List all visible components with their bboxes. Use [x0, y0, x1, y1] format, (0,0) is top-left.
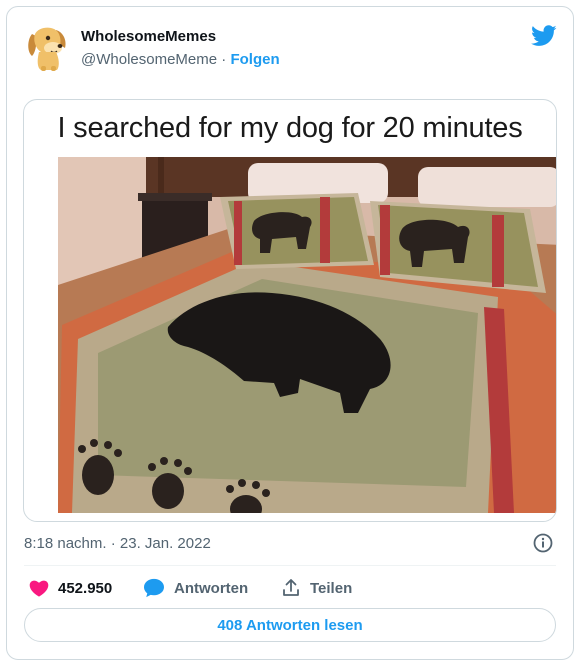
heart-icon [29, 580, 49, 597]
divider [24, 565, 556, 566]
cartoon-dog-avatar-icon [23, 22, 73, 72]
like-count: 452.950 [58, 579, 113, 597]
speech-bubble-icon [144, 578, 164, 598]
follow-button[interactable]: Folgen [230, 51, 279, 68]
tweet-card: WholesomeMemes @WholesomeMeme · Folgen I… [6, 6, 574, 660]
share-label: Teilen [310, 579, 353, 597]
share-button[interactable]: Teilen [281, 577, 352, 599]
info-icon[interactable] [533, 533, 553, 553]
read-replies-button[interactable]: 408 Antworten lesen [24, 608, 556, 642]
like-button[interactable]: 452.950 [29, 577, 112, 599]
share-upload-icon [283, 579, 299, 596]
author-handle-line: @WholesomeMeme · Folgen [81, 51, 280, 68]
reply-label: Antworten [174, 579, 249, 597]
tweet-timestamp[interactable]: 8:18 nachm. · 23. Jan. 2022 [24, 535, 211, 552]
meme-caption: I searched for my dog for 20 minutes [57, 112, 523, 144]
black-dog-on-bear-quilt-photo [58, 157, 556, 513]
avatar[interactable] [23, 22, 73, 72]
twitter-bird-icon[interactable] [531, 25, 557, 47]
author-display-name[interactable]: WholesomeMemes [81, 28, 216, 45]
author-handle[interactable]: @WholesomeMeme [81, 51, 217, 68]
separator-dot: · [217, 51, 231, 68]
reply-button[interactable]: Antworten [143, 577, 248, 599]
tweet-media[interactable]: I searched for my dog for 20 minutes [23, 99, 557, 522]
